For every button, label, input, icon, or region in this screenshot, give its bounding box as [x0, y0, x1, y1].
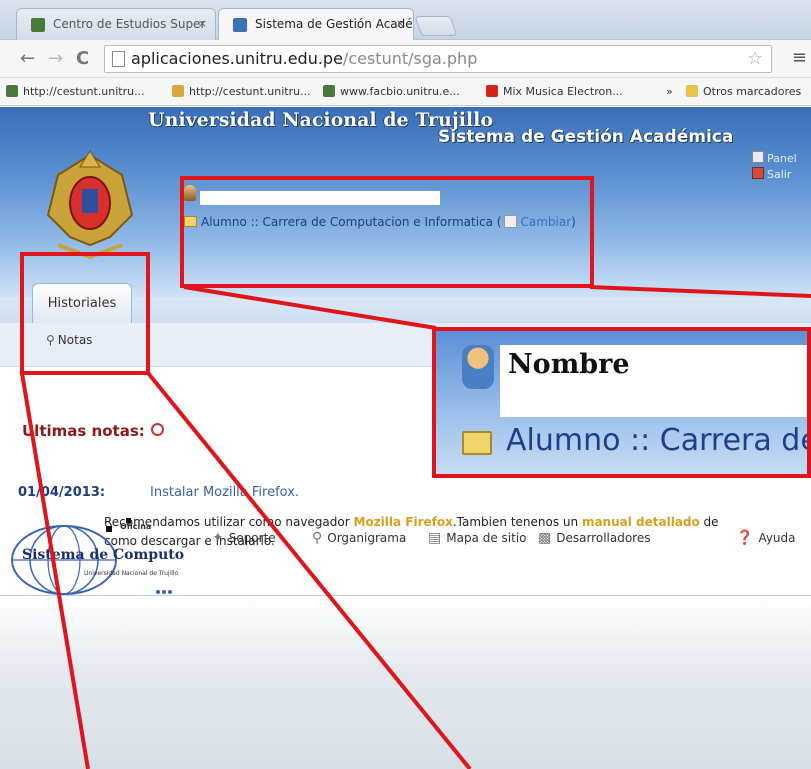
desarrolladores-link[interactable]: ▩ Desarrolladores [538, 530, 650, 546]
zoom-role-label: Alumno :: Carrera de Com [506, 423, 807, 458]
browser-tab-centro[interactable]: Centro de Estudios Super × [16, 8, 216, 40]
annotation-box-user [180, 176, 594, 288]
code-icon: ▩ [538, 530, 552, 546]
soporte-link[interactable]: ✦ Soporte [212, 530, 276, 546]
other-bookmarks-folder[interactable]: Otros marcadores [686, 85, 801, 98]
reload-icon[interactable]: C [76, 48, 89, 69]
search-icon: ⚲ [312, 530, 323, 546]
favicon-icon [31, 18, 45, 32]
firefox-link[interactable]: Mozilla Firefox [354, 515, 453, 529]
tab-title: Sistema de Gestión Acadé [255, 17, 413, 31]
bookmark-item[interactable]: http://cestunt.unitru... [172, 85, 311, 98]
browser-tab-sga[interactable]: Sistema de Gestión Acadé × [218, 8, 414, 40]
address-bar[interactable]: aplicaciones.unitru.edu.pe/cestunt/sga.p… [104, 45, 772, 73]
panel-link[interactable]: Panel [752, 151, 797, 165]
news-date: 01/04/2013: [18, 485, 106, 500]
tab-title: Centro de Estudios Super [53, 17, 206, 31]
back-icon[interactable]: ← [20, 48, 35, 69]
forward-icon[interactable]: → [48, 48, 63, 69]
user-icon [462, 345, 494, 389]
exit-icon [752, 167, 764, 179]
bookmark-item[interactable]: Mix Musica Electron... [486, 85, 623, 98]
organigrama-link[interactable]: ⚲ Organigrama [312, 530, 406, 546]
close-tab-icon[interactable]: × [396, 17, 405, 30]
site-footer [0, 595, 811, 769]
url-path: /cestunt/sga.php [342, 49, 478, 68]
ayuda-link[interactable]: ❓ Ayuda [736, 530, 796, 546]
bookmark-item[interactable]: http://cestunt.unitru... [6, 85, 145, 98]
manual-link[interactable]: manual detallado [582, 515, 700, 529]
university-crest-icon [46, 150, 134, 260]
favicon-icon [6, 85, 18, 97]
panel-icon [752, 151, 764, 163]
browser-tab-bar: Centro de Estudios Super × Sistema de Ge… [0, 0, 811, 40]
bookmarks-bar: http://cestunt.unitru... http://cestunt.… [0, 78, 811, 106]
mapa-sitio-link[interactable]: ▤ Mapa de sitio [428, 530, 527, 546]
favicon-icon [323, 85, 335, 97]
new-tab-button[interactable] [414, 16, 458, 36]
url-host: aplicaciones.unitru.edu.pe [131, 49, 343, 68]
news-title-link[interactable]: Instalar Mozilla Firefox. [150, 485, 299, 500]
exit-link[interactable]: Salir [752, 167, 791, 181]
favicon-icon [233, 18, 247, 32]
more-bookmarks-button[interactable]: » [666, 85, 673, 98]
sitemap-icon: ▤ [428, 530, 442, 546]
bookmark-item[interactable]: www.facbio.unitru.e... [323, 85, 460, 98]
youtube-icon [486, 85, 498, 97]
menu-icon[interactable]: ≡ [792, 47, 807, 68]
zoom-inset: Nombre Alumno :: Carrera de Com [432, 327, 811, 478]
logo-title: Sistema de Computo [22, 547, 185, 563]
logo-subtitle: Universidad Nacional de Trujillo [84, 570, 179, 577]
logo-oficina-text: Oficina [120, 522, 152, 531]
page-icon [112, 51, 125, 67]
bookmark-star-icon[interactable]: ☆ [747, 48, 763, 69]
browser-toolbar: ← → C aplicaciones.unitru.edu.pe/cestunt… [0, 40, 811, 78]
tools-icon: ✦ [212, 530, 224, 546]
annotation-box-nav [20, 252, 150, 375]
help-icon: ❓ [736, 530, 754, 546]
zoom-name-label: Nombre [508, 349, 630, 380]
system-title: Sistema de Gestión Académica [438, 127, 734, 147]
close-tab-icon[interactable]: × [198, 17, 207, 30]
rss-icon[interactable] [150, 423, 164, 436]
favicon-icon [172, 85, 184, 97]
id-card-icon [462, 431, 492, 455]
folder-icon [686, 85, 698, 97]
news-heading: Ultimas notas: [22, 422, 164, 440]
